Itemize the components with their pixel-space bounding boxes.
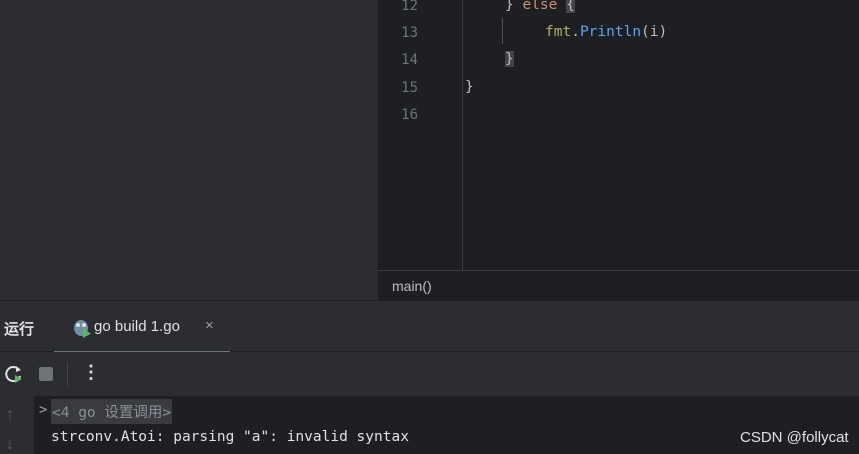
console-side-toolbar: ↑ ↓ — [0, 396, 34, 454]
open-brace: { — [566, 0, 575, 13]
line-number: 14 — [401, 52, 418, 68]
tab-label: go build 1.go — [94, 318, 180, 335]
gopher-run-icon — [74, 320, 91, 338]
gutter-divider — [462, 0, 463, 270]
code-line-12[interactable]: } else { — [505, 0, 575, 13]
tab-go-build[interactable]: go build 1.go × — [54, 301, 230, 354]
watermark: CSDN @follycat — [740, 429, 849, 446]
arrow-down-icon[interactable]: ↓ — [6, 436, 14, 454]
toolbar-separator — [67, 362, 68, 386]
folded-frames[interactable]: <4 go 设置调用> — [51, 399, 173, 424]
dot: . — [571, 24, 580, 40]
line-number: 12 — [401, 0, 418, 14]
error-message: strconv.Atoi: parsing "a": invalid synta… — [51, 429, 409, 445]
call-args: (i) — [641, 24, 668, 40]
package-name: fmt — [545, 24, 572, 40]
code-line-13[interactable]: fmt.Println(i) — [545, 24, 667, 40]
rerun-icon[interactable] — [4, 364, 24, 384]
more-options-icon[interactable]: ⋮ — [82, 362, 100, 383]
indent-guide — [502, 18, 503, 44]
project-panel — [0, 0, 378, 300]
close-brace: } — [465, 79, 474, 95]
chevron-right-icon[interactable]: > — [39, 402, 47, 418]
run-tool-window-header: 运行 go build 1.go × — [0, 300, 859, 354]
close-brace: } — [505, 0, 514, 13]
close-icon[interactable]: × — [205, 317, 214, 334]
line-number: 15 — [401, 80, 418, 96]
line-number: 16 — [401, 107, 418, 123]
code-line-14[interactable]: } — [505, 51, 514, 67]
breadcrumb-item-main[interactable]: main() — [392, 278, 432, 294]
breadcrumb: main() — [378, 270, 859, 301]
run-panel-title: 运行 — [4, 321, 35, 338]
run-toolbar: ⋮ — [0, 352, 859, 396]
close-brace: } — [505, 51, 514, 67]
line-number: 13 — [401, 25, 418, 41]
stop-icon[interactable] — [39, 367, 53, 381]
arrow-up-icon[interactable]: ↑ — [6, 406, 14, 424]
function-name: Println — [579, 24, 642, 40]
code-line-15[interactable]: } — [465, 79, 474, 95]
code-editor[interactable]: 12 13 14 15 16 } else { fmt.Println(i) }… — [378, 0, 859, 270]
else-keyword: else — [522, 0, 558, 13]
console-output[interactable]: ↑ ↓ > <4 go 设置调用> strconv.Atoi: parsing … — [0, 396, 859, 454]
